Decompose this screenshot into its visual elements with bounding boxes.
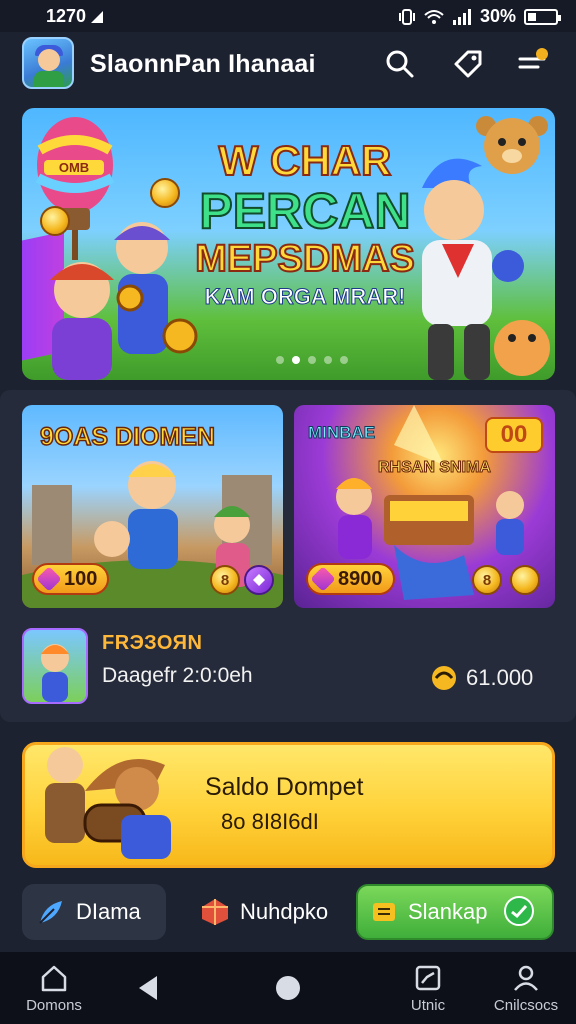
gem-box-icon xyxy=(202,899,228,925)
reward-amount-row: 61.000 xyxy=(430,664,533,692)
card-2-title: MINBAE xyxy=(307,423,376,443)
wallet-icon xyxy=(373,903,395,921)
reward-character-illustration xyxy=(41,644,69,702)
banner-line-4: KAM ORGA MRAR! xyxy=(204,284,406,310)
cartoon-kids-illustration xyxy=(50,222,198,380)
action-button-3[interactable]: Slankap xyxy=(356,884,554,940)
status-icons: 30% xyxy=(398,6,561,27)
back-triangle-icon xyxy=(139,976,157,1000)
card-1-amount-pill[interactable]: 100 xyxy=(32,563,110,595)
tag-button[interactable] xyxy=(448,44,488,84)
app-header: SlaonnPan Ihanaai xyxy=(0,32,576,98)
coin-icon: 8 xyxy=(472,565,502,595)
carousel-dots[interactable] xyxy=(276,356,348,364)
banner-line-1: W CHAR xyxy=(218,137,393,185)
status-time: 1270 xyxy=(46,6,104,27)
profile-gear-icon xyxy=(514,965,538,991)
action-button-1[interactable]: DIama xyxy=(22,884,166,940)
card-1-title: 9OAS DIOMEN xyxy=(39,422,216,452)
nav-home-label: Domons xyxy=(26,996,82,1014)
clock-text: 1270 xyxy=(46,6,87,26)
search-button[interactable] xyxy=(380,44,420,84)
action-button-2[interactable]: Nuhdpko xyxy=(190,884,340,940)
card-2-amount-pill[interactable]: 8900 xyxy=(306,563,395,595)
reward-amount: 61.000 xyxy=(466,665,534,690)
nav-home[interactable]: Domons xyxy=(18,952,90,1024)
carousel-dot-active[interactable] xyxy=(292,356,300,364)
nav-profile[interactable]: Cnilcsocs xyxy=(488,952,564,1024)
banner-headline: W CHAR PERCAN MEPSDMAS KAM ORGA MRAR! xyxy=(190,137,420,310)
reward-date: Daagefr 2:0:0eh xyxy=(102,664,253,687)
tag-icon xyxy=(454,50,482,78)
wifi-icon xyxy=(424,9,444,24)
nav-recent-label: Utnic xyxy=(410,996,446,1014)
carousel-dot[interactable] xyxy=(324,356,332,364)
game-card-2[interactable]: MINBAE RHSAN SNIMA 00 8900 8 xyxy=(294,405,555,608)
signal-arrow-icon xyxy=(91,10,104,23)
wallet-balance: 8o 8I8I6dI xyxy=(221,809,319,834)
nav-home-circle[interactable] xyxy=(268,952,308,1024)
app-logo[interactable] xyxy=(22,37,74,89)
balloon-label: OMB xyxy=(44,160,104,175)
coin-icon xyxy=(40,206,70,236)
menu-button[interactable] xyxy=(512,44,552,84)
carousel-dot[interactable] xyxy=(308,356,316,364)
carousel-dot[interactable] xyxy=(340,356,348,364)
card-1-amount: 100 xyxy=(64,567,98,590)
action-button-2-label: Nuhdpko xyxy=(240,899,329,924)
coin-icon xyxy=(510,565,540,595)
gem-orb-icon xyxy=(244,565,274,595)
chat-icon xyxy=(503,896,534,926)
pirate-characters-illustration xyxy=(45,747,171,859)
reward-title: FRЭЗОЯN xyxy=(102,632,203,654)
battery-percent: 30% xyxy=(479,6,516,26)
card-2-badge: 00 xyxy=(485,417,543,453)
gem-icon xyxy=(310,566,336,592)
nav-profile-label: Cnilcsocs xyxy=(493,996,559,1014)
card-2-amount: 8900 xyxy=(338,567,383,590)
coin-icon: 8 xyxy=(210,565,240,595)
wallet-banner[interactable]: Saldo Dompet 8o 8I8I6dI xyxy=(22,742,555,868)
banner-line-3: MEPSDMAS xyxy=(194,237,416,281)
hero-banner[interactable]: OMB W CHAR PERCAN MEPSDMAS KAM ORGA MRAR xyxy=(22,108,555,380)
bottom-nav-bar: Domons Utnic Cnilcsocs xyxy=(0,952,576,1024)
bear-mascot-illustration xyxy=(476,116,548,174)
coin-icon xyxy=(150,178,180,208)
feather-icon xyxy=(39,901,62,924)
reward-thumbnail[interactable] xyxy=(22,628,88,704)
nav-recent[interactable]: Utnic xyxy=(396,952,460,1024)
banner-line-2: PERCAN xyxy=(198,183,411,239)
nav-back[interactable] xyxy=(128,952,168,1024)
cell-signal-icon xyxy=(452,8,471,25)
search-icon xyxy=(386,50,414,78)
status-bar: 1270 30% xyxy=(0,0,576,32)
vibrate-icon xyxy=(398,8,415,25)
notification-dot xyxy=(536,48,548,60)
gem-icon xyxy=(36,566,62,592)
action-button-1-label: DIama xyxy=(76,899,141,924)
battery-icon xyxy=(524,8,561,25)
game-card-1[interactable]: 9OAS DIOMEN 100 8 xyxy=(22,405,283,608)
home-circle-icon xyxy=(276,976,300,1000)
coin-swirl-icon xyxy=(432,666,456,690)
recent-apps-icon xyxy=(415,965,441,990)
home-icon xyxy=(41,965,67,991)
app-title: SlaonnPan Ihanaai xyxy=(90,50,316,78)
card-2-subtitle: RHSAN SNIMA xyxy=(378,459,492,477)
carousel-dot[interactable] xyxy=(276,356,284,364)
action-button-3-label: Slankap xyxy=(408,899,488,924)
wallet-title: Saldo Dompet xyxy=(205,773,364,801)
